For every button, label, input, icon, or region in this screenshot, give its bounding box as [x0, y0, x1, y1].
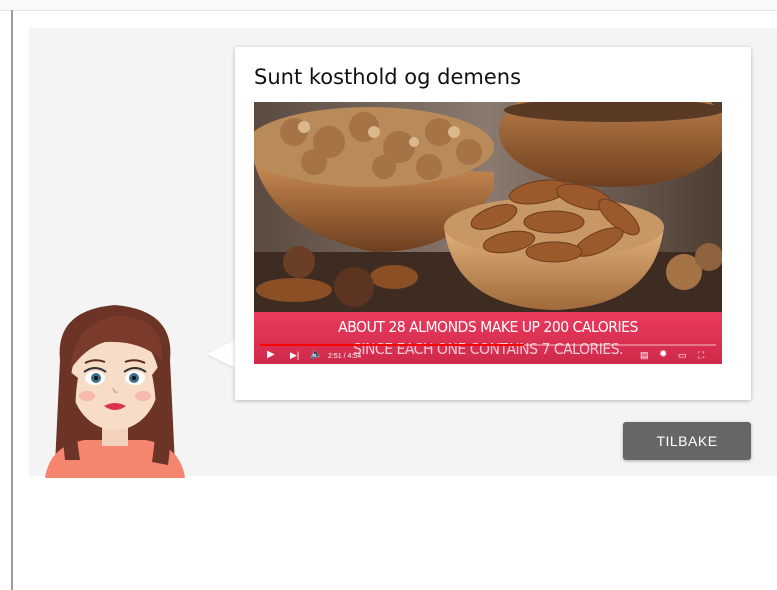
- next-icon[interactable]: ▶|: [290, 349, 299, 361]
- time-display: 2:51 / 4:54: [328, 353, 362, 360]
- settings-icon[interactable]: ✹: [659, 349, 667, 361]
- fullscreen-icon[interactable]: ⛶: [698, 349, 704, 361]
- back-button[interactable]: TILBAKE: [623, 422, 751, 460]
- volume-icon[interactable]: 🔈: [310, 349, 322, 361]
- play-icon[interactable]: ▶: [267, 349, 275, 361]
- window-left-edge: [11, 10, 13, 590]
- card-title: Sunt kosthold og demens: [254, 65, 522, 89]
- caption-line-1: ABOUT 28 ALMONDS MAKE UP 200 CALORIES: [338, 319, 638, 337]
- speech-bubble-card: Sunt kosthold og demens ABOUT 28 ALMONDS…: [235, 47, 751, 400]
- video-controls: ▶ ▶| 🔈 2:51 / 4:54 ▤ ✹ ▭ ⛶: [254, 344, 722, 364]
- video-player[interactable]: ABOUT 28 ALMONDS MAKE UP 200 CALORIES SI…: [254, 102, 722, 364]
- speech-bubble-tail: [207, 340, 235, 368]
- subtitles-icon[interactable]: ▤: [640, 349, 649, 361]
- caption-bar: ABOUT 28 ALMONDS MAKE UP 200 CALORIES SI…: [254, 312, 722, 364]
- progress-fill: [260, 344, 525, 346]
- progress-bar[interactable]: [260, 344, 716, 346]
- theater-icon[interactable]: ▭: [678, 349, 687, 361]
- avatar-illustration: [45, 305, 185, 478]
- window-top-edge: [0, 0, 777, 11]
